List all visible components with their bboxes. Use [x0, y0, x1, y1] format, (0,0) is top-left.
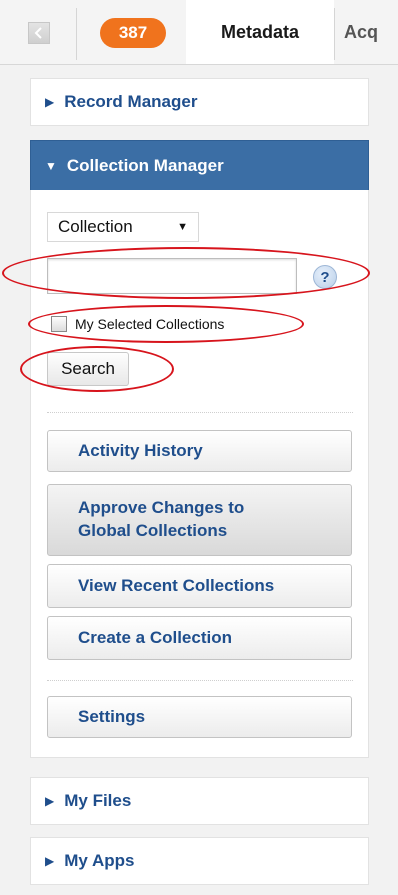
tab-divider [76, 8, 77, 60]
create-collection-label: Create a Collection [78, 627, 232, 647]
tab-divider [334, 8, 335, 60]
create-collection-button[interactable]: Create a Collection [47, 616, 352, 660]
triangle-right-icon: ▶ [45, 854, 55, 868]
help-icon[interactable]: ? [313, 265, 337, 289]
view-recent-collections-button[interactable]: View Recent Collections [47, 564, 352, 608]
my-selected-collections-option[interactable]: My Selected Collections [51, 313, 224, 335]
view-recent-collections-label: View Recent Collections [78, 575, 275, 595]
settings-button[interactable]: Settings [47, 696, 352, 738]
collection-search-input[interactable] [47, 258, 297, 294]
tab-metadata[interactable]: Metadata [186, 0, 334, 64]
triangle-right-icon: ▶ [45, 794, 55, 808]
collection-manager-body: Collection ▼ ? My Selected Collections S… [30, 190, 369, 758]
approve-changes-button[interactable]: Approve Changes to Global Collections [47, 484, 352, 556]
collection-manager-header[interactable]: ▼ Collection Manager [30, 140, 369, 191]
chevron-left-icon [34, 27, 42, 39]
triangle-down-icon: ▼ [45, 158, 57, 173]
record-manager-header[interactable]: ▶ Record Manager [30, 78, 369, 126]
search-type-select[interactable]: Collection ▼ [47, 212, 199, 242]
activity-history-button[interactable]: Activity History [47, 430, 352, 472]
activity-history-label: Activity History [78, 440, 203, 460]
my-apps-header[interactable]: ▶ My Apps [30, 837, 369, 885]
notification-count-badge[interactable]: 387 [100, 18, 166, 48]
my-apps-label: My Apps [64, 851, 135, 870]
top-tab-bar: 387 Metadata Acq [0, 0, 398, 65]
tab-acquisitions[interactable]: Acq [344, 0, 398, 64]
approve-changes-label-line1: Approve Changes to [78, 498, 245, 518]
search-type-value: Collection [58, 217, 133, 236]
triangle-right-icon: ▶ [45, 95, 55, 109]
section-divider [47, 680, 353, 681]
section-divider [47, 412, 353, 413]
record-manager-label: Record Manager [64, 92, 198, 111]
my-files-label: My Files [64, 791, 132, 810]
caret-down-icon: ▼ [177, 221, 188, 233]
search-button[interactable]: Search [47, 352, 129, 386]
collection-manager-label: Collection Manager [66, 155, 224, 175]
my-selected-collections-label: My Selected Collections [75, 316, 225, 332]
my-files-header[interactable]: ▶ My Files [30, 777, 369, 825]
collapse-panel-button[interactable] [28, 22, 50, 44]
approve-changes-label-line2: Global Collections [78, 521, 228, 540]
settings-label: Settings [78, 706, 146, 726]
my-selected-collections-checkbox[interactable] [51, 316, 67, 332]
